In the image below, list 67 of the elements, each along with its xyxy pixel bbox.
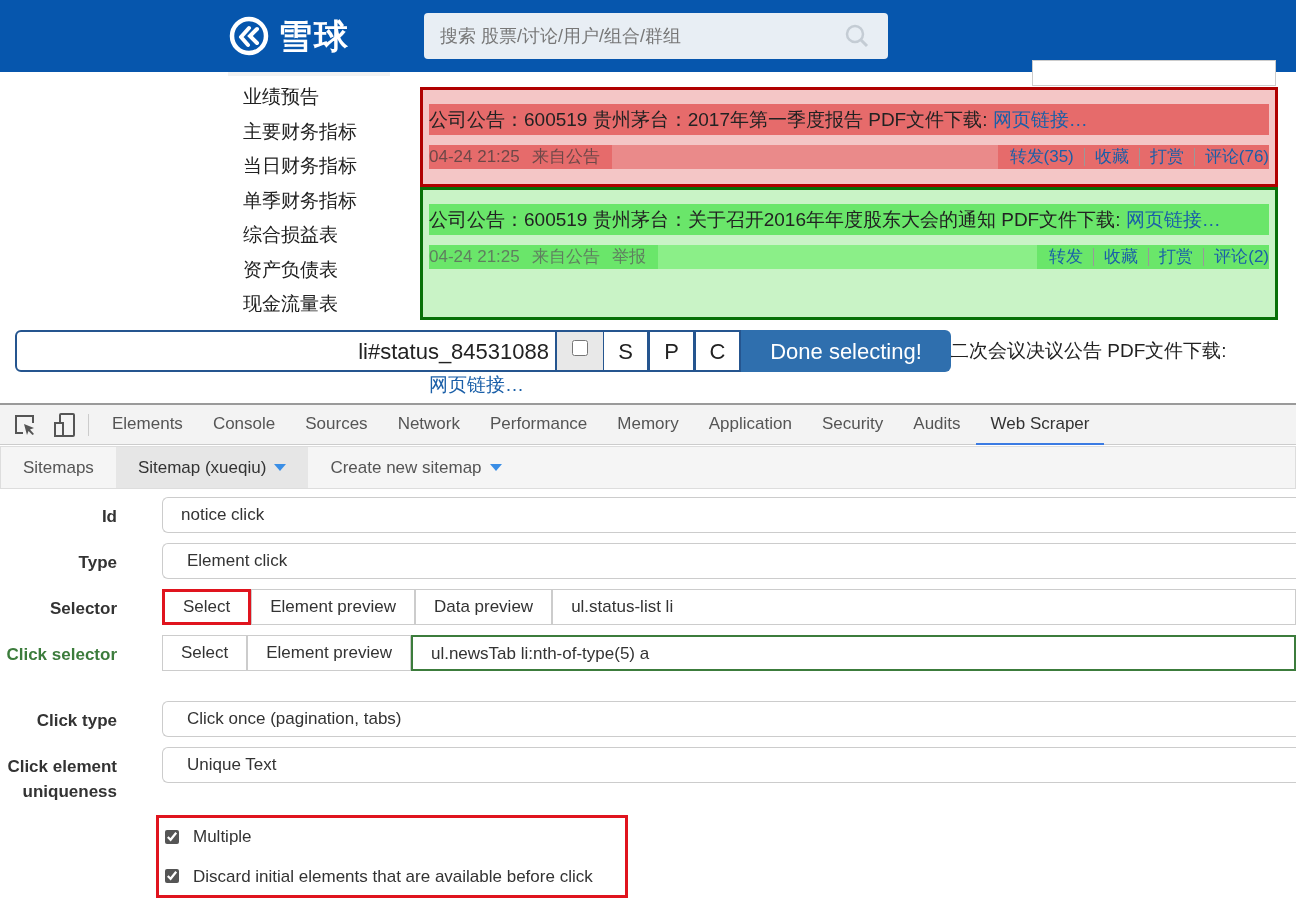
field-label: Type — [77, 552, 117, 574]
post-title: 二次会议决议公告 PDF文件下载: — [950, 339, 1227, 363]
select-button[interactable]: Select — [162, 589, 252, 625]
checkbox[interactable] — [165, 869, 179, 884]
post-source: 来自公告 — [531, 246, 600, 269]
field-label: Id — [100, 506, 117, 528]
devtools-tab[interactable]: Network — [382, 404, 475, 445]
checkbox-label: Discard initial elements that are available before click — [193, 865, 593, 888]
nav-tab[interactable]: Create new sitemap — [308, 447, 524, 488]
selector-field[interactable]: li#status_84531088 — [15, 330, 557, 372]
menu-item[interactable]: 资产负债表 — [243, 252, 420, 287]
field-label: Click type — [35, 710, 117, 732]
done-button[interactable]: Done selecting! — [741, 330, 951, 372]
checkbox[interactable] — [572, 340, 588, 356]
menu-item[interactable]: 综合损益表 — [243, 218, 420, 253]
select-button[interactable]: Data preview — [414, 589, 553, 625]
action-link[interactable]: 评论(2) — [1214, 244, 1269, 270]
menu-item[interactable]: 当日财务指标 — [243, 149, 420, 184]
post-title: 公司公告：600519 贵州茅台：2017年第一季度报告 PDF文件下载: 网页链接… — [429, 104, 1269, 135]
action-link[interactable]: 转发 — [1049, 244, 1084, 270]
menu-item[interactable]: 业绩预告 — [243, 80, 420, 115]
dropdown-field[interactable]: Click once (pagination, tabs) — [162, 701, 1296, 737]
menu-item[interactable]: 现金流量表 — [243, 287, 420, 322]
checkbox-label: Multiple — [193, 826, 252, 848]
devtools-tab[interactable]: Audits — [898, 404, 976, 445]
action-link[interactable]: 收藏 — [1104, 244, 1139, 270]
devtools-tab[interactable]: Memory — [602, 404, 694, 445]
search-field[interactable] — [1032, 60, 1276, 86]
post-source: 来自公告 — [531, 146, 600, 169]
post-link[interactable]: 网页链接… — [429, 373, 524, 397]
inspect-icon[interactable] — [14, 413, 36, 436]
search-field[interactable]: 搜索 股票/讨论/用户/组合/群组 — [424, 13, 888, 59]
nav-tab[interactable]: Sitemaps — [1, 447, 116, 488]
logo-text: 雪球 — [278, 15, 350, 57]
post-title: 公司公告：600519 贵州茅台：关于召开2016年年度股东大会的通知 PDF文件下载: 网页链接… — [429, 204, 1269, 235]
select-button[interactable]: Element preview — [247, 635, 411, 671]
devtools-tab[interactable]: Application — [693, 404, 807, 445]
select-button[interactable]: Element preview — [251, 589, 415, 625]
text-field[interactable]: notice click — [162, 497, 1296, 533]
action-link[interactable]: 打赏 — [1159, 244, 1194, 270]
toolbar-button[interactable]: P — [649, 330, 695, 372]
devtools-tab[interactable]: Web Scraper — [975, 404, 1105, 445]
logo-icon — [228, 15, 270, 57]
post-time: 04-24 21:25 — [429, 246, 520, 269]
selector-field[interactable]: ul.newsTab li:nth-of-type(5) a — [410, 635, 1296, 671]
dropdown-field[interactable]: Unique Text — [162, 747, 1296, 783]
field-label: Selector — [48, 598, 117, 620]
devtools-tab[interactable]: Sources — [290, 404, 383, 445]
nav-tab[interactable]: Sitemap (xueqiu) — [115, 447, 309, 488]
post-link[interactable]: 网页链接… — [1125, 209, 1221, 230]
field-label: Click element uniqueness — [6, 756, 117, 803]
toolbar-button[interactable]: C — [695, 330, 741, 372]
post-card[interactable]: 公司公告：600519 贵州茅台：关于召开2016年年度股东大会的通知 PDF文件下载: 网页链接… 04-24 21:25 来自公告 举报 转发 收藏 打赏 评论(2) — [420, 187, 1278, 320]
checkbox[interactable] — [165, 829, 179, 844]
post-time: 04-24 21:25 — [429, 146, 520, 169]
devtools-tab[interactable]: Security — [806, 404, 899, 445]
devtools-tab[interactable]: Elements — [97, 404, 198, 445]
devtools-tab[interactable]: Console — [197, 404, 291, 445]
toolbar-button[interactable]: S — [603, 330, 649, 372]
devtools-tab[interactable]: Performance — [475, 404, 603, 445]
device-icon[interactable] — [54, 412, 76, 437]
field-label: Click selector — [5, 644, 117, 666]
menu-item[interactable]: 单季财务指标 — [243, 183, 420, 218]
selector-field[interactable]: ul.status-list li — [552, 589, 1296, 625]
select-button[interactable]: Select — [162, 635, 248, 671]
menu-item[interactable]: 主要财务指标 — [243, 114, 420, 149]
dropdown-field[interactable]: Element click — [162, 543, 1296, 579]
